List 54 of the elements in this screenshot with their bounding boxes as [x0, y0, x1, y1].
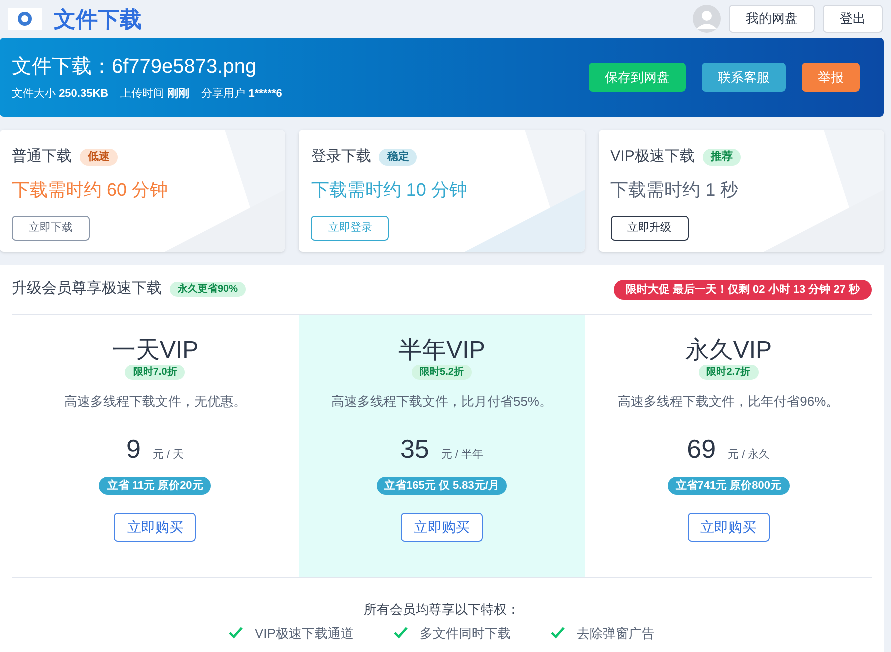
plan-description: 高速多线程下载文件，比月付省55%。 [331, 393, 552, 411]
plan-price: 9 [126, 432, 141, 466]
logo-icon [8, 8, 42, 30]
check-icon [394, 627, 408, 640]
price-unit: 元 / 永久 [728, 448, 770, 462]
file-meta: 分享用户 1*****6 [202, 86, 282, 102]
buy-button[interactable]: 立即购买 [400, 512, 483, 542]
app-title: 文件下载 [54, 6, 142, 34]
price-unit: 元 / 天 [152, 448, 184, 462]
countdown-badge: 限时大促 最后一天！仅剩 02 小时 13 分钟 27 秒 [614, 280, 872, 300]
plan-description: 高速多线程下载文件，比年付省96%。 [618, 393, 840, 411]
card-title: 普通下载 [12, 147, 72, 167]
speed-badge: 稳定 [379, 149, 418, 166]
upgrade-title: 升级会员尊享极速下载 [12, 279, 162, 300]
card-button[interactable]: 立即下载 [12, 216, 90, 240]
plan-name: 永久VIP [685, 337, 772, 365]
action-button[interactable]: 联系客服 [702, 63, 786, 92]
action-button[interactable]: 举报 [802, 63, 860, 92]
perk-label: 去除弹窗广告 [576, 624, 655, 642]
card-button[interactable]: 立即登录 [311, 216, 390, 240]
card-title: VIP极速下载 [610, 147, 695, 167]
buy-button[interactable]: 立即购买 [114, 512, 196, 542]
avatar-icon [693, 5, 721, 33]
price-unit: 元 / 半年 [441, 448, 484, 462]
discount-badge: 限时5.2折 [412, 365, 472, 380]
download-time: 下载需时约 60 分钟 [12, 178, 170, 202]
speed-badge: 低速 [80, 149, 118, 166]
saving-tag: 立省 11元 原价20元 [99, 476, 212, 494]
saving-tag: 立省741元 原价800元 [668, 476, 790, 494]
plan-description: 高速多线程下载文件，无优惠。 [64, 393, 246, 411]
file-title: 文件下载：6f779e5873.png [12, 55, 258, 80]
header-button[interactable]: 登出 [823, 5, 883, 33]
check-icon [229, 627, 244, 640]
discount-badge: 限时2.7折 [698, 365, 759, 380]
saving-badge: 永久更省90% [170, 282, 246, 297]
card-button[interactable]: 立即升级 [610, 216, 689, 240]
perk-label: 多文件同时下载 [420, 624, 511, 642]
plan-price: 69 [687, 432, 716, 466]
check-icon [550, 627, 565, 640]
file-meta: 文件大小 250.35KB [12, 86, 109, 102]
buy-button[interactable]: 立即购买 [688, 512, 770, 542]
saving-tag: 立省165元 仅 5.83元/月 [376, 476, 508, 494]
card-title: 登录下载 [311, 147, 372, 167]
download-time: 下载需时约 10 分钟 [311, 178, 468, 202]
download-time: 下载需时约 1 秒 [610, 178, 740, 202]
plan-price: 35 [400, 432, 430, 466]
file-meta: 上传时间 刚刚 [120, 87, 190, 102]
discount-badge: 限时7.0折 [125, 365, 186, 380]
perk-label: VIP极速下载通道 [255, 624, 354, 642]
speed-badge: 推荐 [702, 149, 741, 166]
header-button[interactable]: 我的网盘 [729, 5, 815, 33]
plan-name: 一天VIP [112, 337, 199, 365]
plan-name: 半年VIP [398, 337, 486, 365]
perks-title: 所有会员均尊享以下特权： [364, 601, 520, 619]
